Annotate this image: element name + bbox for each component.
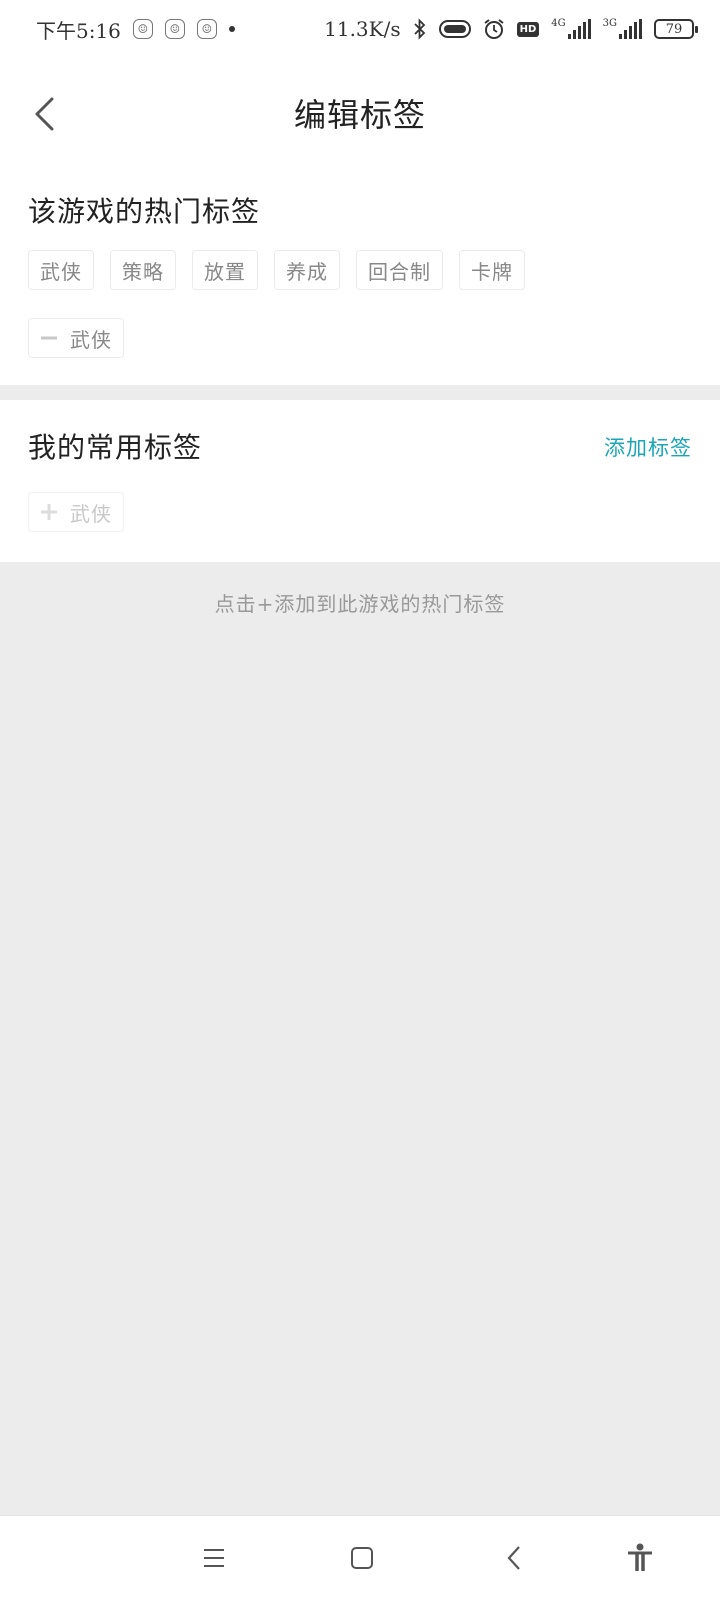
recent-apps-button[interactable] (192, 1536, 236, 1580)
toggle-icon (438, 20, 471, 38)
hot-tag[interactable]: 武侠 (28, 250, 94, 290)
hot-tags-list: 武侠 策略 放置 养成 回合制 卡牌 (28, 250, 525, 290)
hot-tag[interactable]: 策略 (110, 250, 176, 290)
page-title: 编辑标签 (293, 96, 426, 134)
hot-tag[interactable]: 回合制 (356, 250, 443, 290)
system-nav-bar (0, 1515, 720, 1600)
hot-tag[interactable]: 卡牌 (459, 250, 525, 290)
accessibility-button[interactable] (618, 1536, 662, 1580)
menu-icon (204, 1549, 224, 1567)
home-button[interactable] (340, 1536, 384, 1580)
status-left: 下午5:16 ☺ ☺ ☺ (36, 15, 235, 44)
app-root: 下午5:16 ☺ ☺ ☺ 11.3K/s HD 4G 3G 79 编辑标签 该游… (0, 0, 720, 1600)
notification-icon: ☺ (196, 19, 217, 39)
hint-text: 点击+添加到此游戏的热门标签 (214, 592, 506, 616)
system-back-button[interactable] (492, 1536, 536, 1580)
minus-icon (40, 329, 58, 347)
chevron-left-icon (35, 97, 54, 131)
add-tag-link[interactable]: 添加标签 (604, 432, 692, 462)
hot-tags-title: 该游戏的热门标签 (28, 195, 261, 228)
hot-tags-section: 该游戏的热门标签 武侠 策略 放置 养成 回合制 卡牌 武侠 (0, 170, 720, 385)
alarm-icon (484, 19, 504, 39)
status-right: 11.3K/s HD 4G 3G 79 (324, 17, 698, 41)
accessibility-icon (628, 1543, 652, 1571)
my-tags-title: 我的常用标签 (28, 431, 203, 464)
battery-icon: 79 (654, 19, 698, 39)
network-type-3g: 3G (602, 18, 617, 29)
hot-tag[interactable]: 放置 (192, 250, 258, 290)
selected-tags-list: 武侠 (28, 318, 124, 358)
my-tags-section: 我的常用标签 添加标签 武侠 (0, 400, 720, 562)
network-type-4g: 4G (551, 18, 566, 29)
my-tag-label: 武侠 (70, 501, 112, 526)
net-speed: 11.3K/s (324, 17, 401, 41)
signal-icon (567, 19, 591, 39)
status-time: 下午5:16 (36, 18, 121, 43)
header: 编辑标签 (0, 58, 720, 170)
battery-level: 79 (665, 21, 683, 37)
status-bar: 下午5:16 ☺ ☺ ☺ 11.3K/s HD 4G 3G 79 (0, 0, 720, 58)
my-tag[interactable]: 武侠 (28, 492, 124, 532)
signal-3g: 3G (603, 19, 642, 39)
chevron-left-icon (507, 1546, 520, 1570)
signal-icon (619, 19, 642, 39)
hot-tag[interactable]: 养成 (274, 250, 340, 290)
my-tags-list: 武侠 (28, 492, 124, 532)
notification-icon: ☺ (164, 19, 185, 39)
selected-tag-label: 武侠 (70, 327, 112, 352)
hd-icon: HD (516, 21, 540, 37)
back-button[interactable] (24, 88, 64, 140)
home-square-icon (351, 1547, 373, 1569)
bluetooth-icon (413, 18, 425, 40)
signal-4g: 4G (551, 18, 591, 39)
selected-tag[interactable]: 武侠 (28, 318, 124, 358)
plus-icon (40, 503, 58, 521)
more-notifications-icon (228, 26, 235, 32)
notification-icon: ☺ (132, 19, 153, 39)
